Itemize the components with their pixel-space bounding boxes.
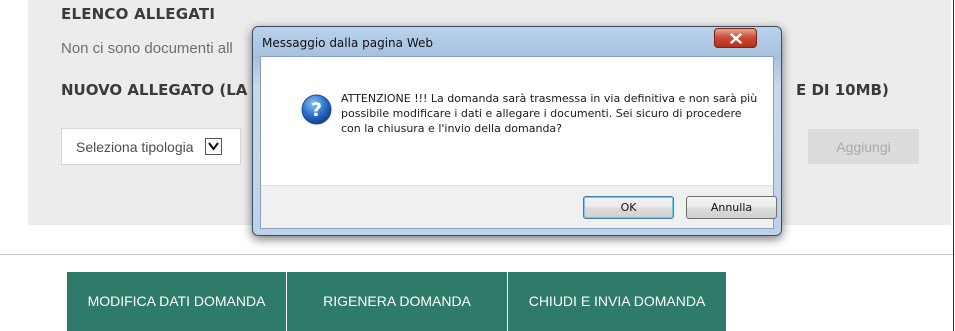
- dialog-message: ATTENZIONE !!! La domanda sarà trasmessa…: [341, 92, 758, 135]
- close-icon: [730, 33, 742, 44]
- regenerate-application-button[interactable]: RIGENERA DOMANDA: [287, 272, 508, 331]
- confirm-dialog: Messaggio dalla pagina Web ? ATTENZIONE …: [252, 26, 782, 236]
- new-attachment-heading: NUOVO ALLEGATO (LA DI: [61, 81, 271, 99]
- type-select[interactable]: Seleziona tipologia: [61, 128, 241, 165]
- type-select-label: Seleziona tipologia: [76, 139, 194, 155]
- ok-button[interactable]: OK: [583, 196, 674, 219]
- close-and-send-button[interactable]: CHIUDI E INVIA DOMANDA: [508, 272, 726, 331]
- add-button[interactable]: Aggiungi: [808, 129, 919, 164]
- svg-text:?: ?: [311, 99, 322, 121]
- action-bar: MODIFICA DATI DOMANDA RIGENERA DOMANDA C…: [67, 272, 726, 331]
- chevron-down-icon[interactable]: [205, 138, 222, 155]
- edit-application-button[interactable]: MODIFICA DATI DOMANDA: [67, 272, 287, 331]
- new-attachment-heading-tail: E DI 10MB): [796, 81, 889, 99]
- question-icon: ?: [301, 94, 332, 125]
- dialog-body: ? ATTENZIONE !!! La domanda sarà trasmes…: [260, 56, 777, 229]
- section-title: ELENCO ALLEGATI: [61, 5, 216, 23]
- divider: [0, 254, 953, 255]
- no-documents-text: Non ci sono documenti all: [61, 40, 233, 57]
- cancel-button[interactable]: Annulla: [686, 196, 777, 219]
- dialog-title: Messaggio dalla pagina Web: [262, 36, 433, 50]
- dialog-footer: OK Annulla: [261, 185, 777, 228]
- close-button[interactable]: [714, 28, 757, 48]
